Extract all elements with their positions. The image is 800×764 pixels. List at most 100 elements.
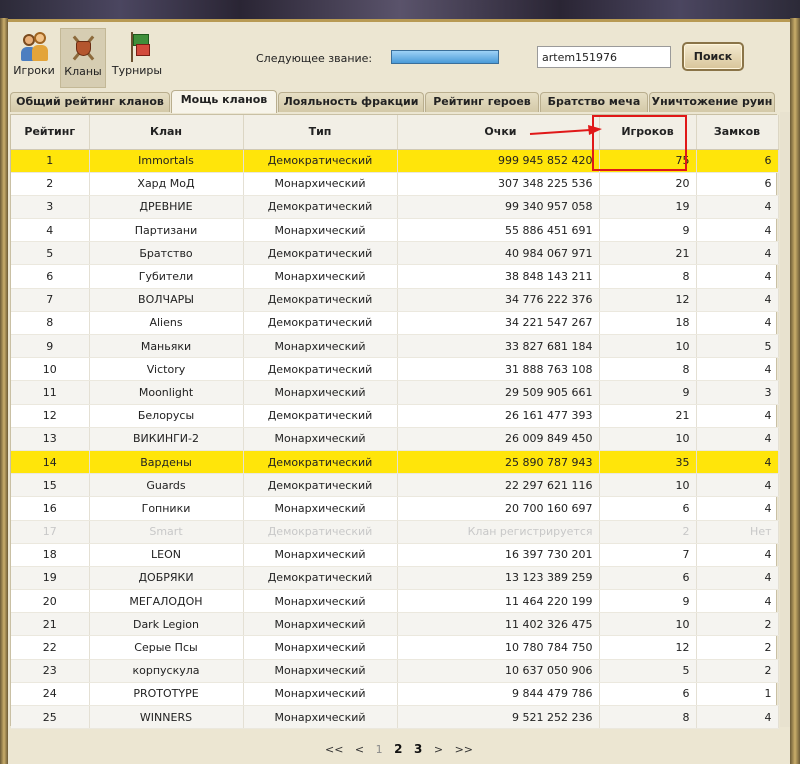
table-row[interactable]: 4 Партизани Монархический 55 886 451 691 9 4	[11, 218, 779, 243]
table-row[interactable]: 20 МЕГАЛОДОН Монархический 11 464 220 199 9 4	[11, 589, 779, 614]
tab-faction-loyalty[interactable]: Лояльность фракции	[278, 92, 424, 112]
table-row[interactable]: 3 ДРЕВНИЕ Демократический 99 340 957 058 19 4	[11, 195, 779, 220]
table-row[interactable]: 11 Moonlight Монархический 29 509 905 661 9 3	[11, 380, 779, 405]
cell-clan[interactable]: МЕГАЛОДОН	[89, 589, 244, 614]
cell-clan[interactable]: Immortals	[89, 149, 244, 173]
col-header-rank[interactable]: Рейтинг	[11, 115, 90, 150]
table-row[interactable]: 14 Вардены Демократический 25 890 787 943 35…	[11, 450, 779, 475]
table-row[interactable]: 21 Dark Legion Монархический 11 402 326 475…	[11, 612, 779, 637]
table-row[interactable]: 16 Гопники Монархический 20 700 160 697 6 4	[11, 496, 779, 521]
scrollbar[interactable]	[780, 112, 790, 727]
table-row[interactable]: 5 Братство Демократический 40 984 067 971 21…	[11, 241, 779, 266]
cell-rank: 3	[11, 195, 90, 220]
cell-castles: 4	[696, 496, 779, 521]
cell-points: 9 521 252 236	[397, 705, 600, 730]
cell-clan[interactable]: ВОЛЧАРЫ	[89, 288, 244, 312]
page-first-link[interactable]: <<	[325, 743, 343, 756]
page-last-link[interactable]: >>	[455, 743, 473, 756]
cell-clan[interactable]: PROTOTYPE	[89, 682, 244, 707]
col-header-clan[interactable]: Клан	[89, 115, 244, 150]
table-row[interactable]: 25 WINNERS Монархический 9 521 252 236 8 4	[11, 705, 779, 730]
page-prev-link[interactable]: <	[355, 743, 364, 756]
cell-clan[interactable]: Aliens	[89, 311, 244, 336]
page-next-link[interactable]: >	[434, 743, 443, 756]
cell-clan[interactable]: Guards	[89, 473, 244, 498]
search-button[interactable]: Поиск	[682, 42, 744, 71]
cell-rank: 16	[11, 496, 90, 521]
top-frame	[0, 0, 800, 22]
right-frame	[790, 18, 800, 764]
col-header-players[interactable]: Игроков	[599, 115, 697, 150]
cell-clan[interactable]: ДОБРЯКИ	[89, 566, 244, 591]
table-row[interactable]: 18 LEON Монархический 16 397 730 201 7 4	[11, 543, 779, 567]
cell-players: 9	[599, 218, 697, 243]
cell-clan[interactable]: LEON	[89, 543, 244, 567]
col-header-type[interactable]: Тип	[243, 115, 398, 150]
cell-clan[interactable]: Партизани	[89, 218, 244, 243]
table-body: 1 Immortals Демократический 999 945 852 420…	[11, 149, 779, 730]
page-3-link[interactable]: 3	[414, 742, 422, 756]
cell-clan[interactable]: Гопники	[89, 496, 244, 521]
cell-clan[interactable]: Smart	[89, 520, 244, 544]
cell-clan[interactable]: Вардены	[89, 450, 244, 475]
cell-clan[interactable]: Губители	[89, 264, 244, 289]
cell-points: 20 700 160 697	[397, 496, 600, 521]
cell-players: 18	[599, 311, 697, 336]
page-2-link[interactable]: 2	[394, 742, 402, 756]
tab-overall-clan-rating[interactable]: Общий рейтинг кланов	[10, 92, 170, 112]
cell-points: Клан регистрируется	[397, 520, 600, 544]
cell-clan[interactable]: Dark Legion	[89, 612, 244, 637]
main-panel: Игроки Кланы Турниры Следующее звание: П…	[8, 22, 790, 764]
table-row[interactable]: 2 Хард МоД Монархический 307 348 225 536 20 6	[11, 172, 779, 196]
table-row[interactable]: 1 Immortals Демократический 999 945 852 420…	[11, 149, 779, 173]
nav-clans-button[interactable]: Кланы	[60, 28, 106, 88]
cell-rank: 10	[11, 357, 90, 382]
table-row[interactable]: 19 ДОБРЯКИ Демократический 13 123 389 259 6 4	[11, 566, 779, 591]
cell-clan[interactable]: корпускула	[89, 659, 244, 683]
cell-clan[interactable]: Moonlight	[89, 380, 244, 405]
tab-ruin-destruction[interactable]: Уничтожение руин	[649, 92, 775, 112]
table-row[interactable]: 12 Белорусы Демократический 26 161 477 393 2…	[11, 404, 779, 428]
table-row[interactable]: 7 ВОЛЧАРЫ Демократический 34 776 222 376 12 4	[11, 288, 779, 312]
tab-sword-brotherhood[interactable]: Братство меча	[540, 92, 648, 112]
cell-clan[interactable]: Victory	[89, 357, 244, 382]
cell-players: 7	[599, 543, 697, 567]
col-header-castles[interactable]: Замков	[696, 115, 779, 150]
tab-clan-power[interactable]: Мощь кланов	[171, 90, 277, 113]
next-rank-label: Следующее звание:	[256, 52, 373, 65]
cell-clan[interactable]: ДРЕВНИЕ	[89, 195, 244, 220]
table-row[interactable]: 13 ВИКИНГИ-2 Монархический 26 009 849 450 10…	[11, 427, 779, 451]
table-row[interactable]: 15 Guards Демократический 22 297 621 116 10 4	[11, 473, 779, 498]
search-input[interactable]	[537, 46, 671, 68]
cell-players: 20	[599, 172, 697, 196]
cell-rank: 4	[11, 218, 90, 243]
col-header-points[interactable]: Очки	[397, 115, 600, 150]
tab-hero-rating[interactable]: Рейтинг героев	[425, 92, 539, 112]
cell-clan[interactable]: WINNERS	[89, 705, 244, 730]
table-row[interactable]: 10 Victory Демократический 31 888 763 108 8 4	[11, 357, 779, 382]
cell-clan[interactable]: Серые Псы	[89, 635, 244, 660]
table-row[interactable]: 9 Маньяки Монархический 33 827 681 184 10 5	[11, 334, 779, 359]
nav-tournaments-button[interactable]: Турниры	[108, 28, 166, 88]
table-row[interactable]: 17 Smart Демократический Клан регистрируетс…	[11, 520, 779, 544]
cell-clan[interactable]: Белорусы	[89, 404, 244, 428]
cell-points: 22 297 621 116	[397, 473, 600, 498]
cell-clan[interactable]: Братство	[89, 241, 244, 266]
cell-players: 12	[599, 288, 697, 312]
nav-players-label: Игроки	[13, 64, 55, 77]
cell-type: Демократический	[243, 404, 398, 428]
cell-points: 13 123 389 259	[397, 566, 600, 591]
cell-clan[interactable]: Маньяки	[89, 334, 244, 359]
cell-type: Демократический	[243, 288, 398, 312]
table-row[interactable]: 23 корпускула Монархический 10 637 050 906 5…	[11, 659, 779, 683]
table-row[interactable]: 24 PROTOTYPE Монархический 9 844 479 786 6 1	[11, 682, 779, 707]
table-row[interactable]: 22 Серые Псы Монархический 10 780 784 750 12…	[11, 635, 779, 660]
table-row[interactable]: 8 Aliens Демократический 34 221 547 267 18 4	[11, 311, 779, 336]
tab-bar: Общий рейтинг кланов Мощь кланов Лояльно…	[8, 90, 790, 113]
table-row[interactable]: 6 Губители Монархический 38 848 143 211 8 4	[11, 264, 779, 289]
cell-clan[interactable]: Хард МоД	[89, 172, 244, 196]
rank-progress-bar	[391, 50, 499, 64]
nav-players-button[interactable]: Игроки	[10, 28, 58, 88]
cell-clan[interactable]: ВИКИНГИ-2	[89, 427, 244, 451]
cell-type: Демократический	[243, 450, 398, 475]
